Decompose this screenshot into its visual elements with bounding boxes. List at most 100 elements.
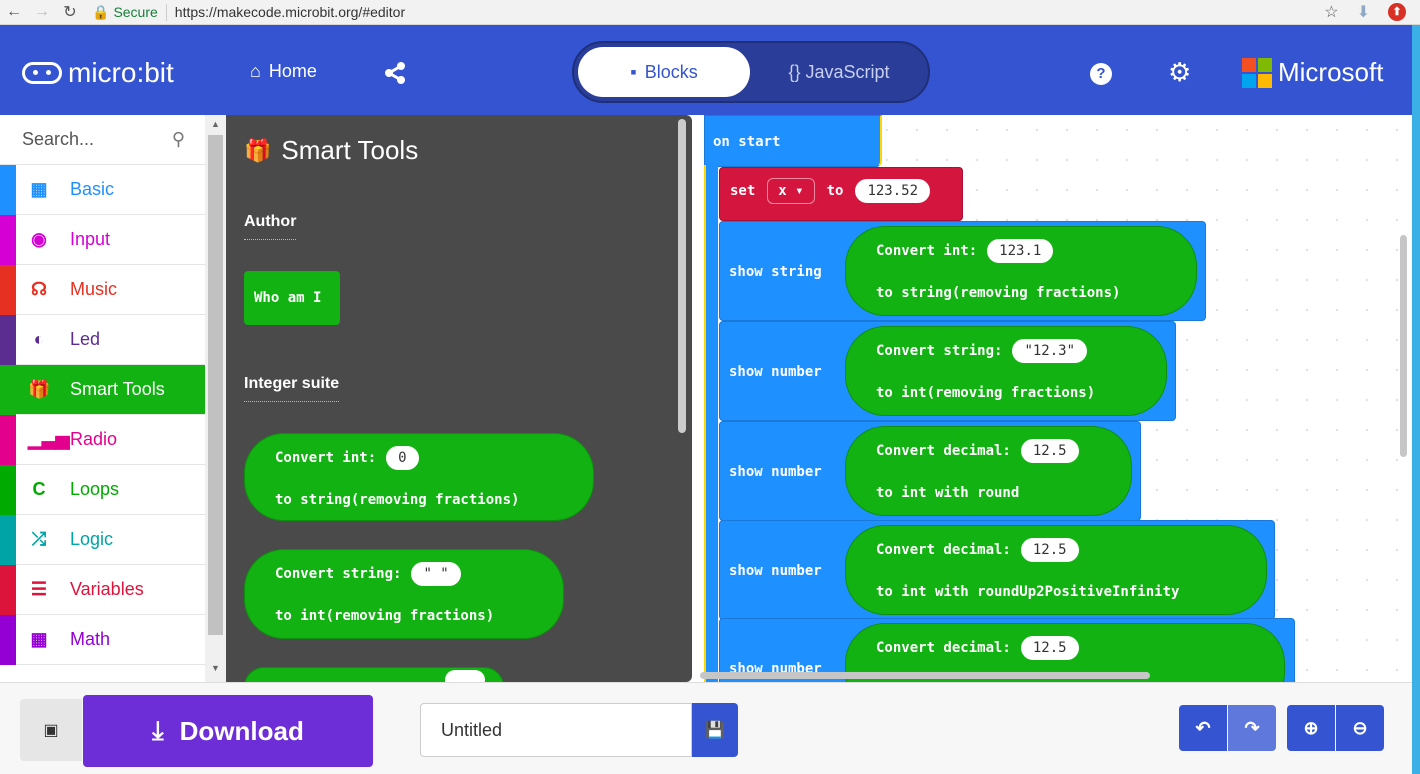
download-arrow-icon[interactable]: ⬇ bbox=[1357, 2, 1370, 22]
show-number-block-2[interactable]: show number Convert decimal: 12.5 to int… bbox=[719, 421, 1141, 521]
headphones-icon: ☊ bbox=[31, 279, 47, 299]
set-variable-block[interactable]: set x ▾ to 123.52 bbox=[719, 167, 963, 221]
toolbox-category-input[interactable]: ◉ Input bbox=[0, 215, 205, 265]
partial-block[interactable] bbox=[244, 667, 504, 682]
secure-indicator[interactable]: 🔒 Secure bbox=[92, 3, 167, 21]
zoom-in-button[interactable]: ⊕ bbox=[1287, 705, 1335, 751]
convert-int-block[interactable]: Convert int: 0 to string(removing fracti… bbox=[244, 433, 594, 521]
reload-icon[interactable]: ↻ bbox=[56, 2, 84, 22]
b3-value-input[interactable]: 12.5 bbox=[1020, 439, 1079, 463]
save-button[interactable]: 💾 bbox=[692, 703, 738, 757]
toolbox-category-variables[interactable]: ☰ Variables bbox=[0, 565, 205, 615]
editor-mode-toggle: ▪ Blocks {} JavaScript bbox=[572, 41, 930, 103]
convert-int-reporter[interactable]: Convert int: 123.1 to string(removing fr… bbox=[845, 226, 1197, 316]
tab-blocks[interactable]: ▪ Blocks bbox=[578, 47, 750, 97]
category-label: Smart Tools bbox=[70, 379, 165, 399]
convert-decimal-round-reporter[interactable]: Convert decimal: 12.5 to int with round bbox=[845, 426, 1132, 516]
b4-convert-label: Convert decimal: bbox=[876, 542, 1011, 558]
redo-button[interactable]: ↷ bbox=[1228, 705, 1276, 751]
set-value-input[interactable]: 123.52 bbox=[855, 179, 931, 203]
who-am-i-block[interactable]: Who am I bbox=[244, 271, 340, 325]
variable-dropdown[interactable]: x ▾ bbox=[767, 178, 815, 204]
gear-icon[interactable]: ⚙ bbox=[1168, 57, 1191, 88]
toolbox-category-math[interactable]: ▦ Math bbox=[0, 615, 205, 665]
scroll-up-icon[interactable]: ▲ bbox=[211, 119, 220, 129]
b3-convert-label: Convert decimal: bbox=[876, 443, 1011, 459]
category-color-bar bbox=[0, 615, 16, 665]
undo-icon: ↶ bbox=[1195, 717, 1211, 738]
tab-javascript-label: {} JavaScript bbox=[788, 61, 890, 82]
zoom-in-icon: ⊕ bbox=[1303, 717, 1319, 738]
convert-decimal-roundup-reporter[interactable]: Convert decimal: 12.5 to int with roundU… bbox=[845, 525, 1267, 615]
help-icon[interactable]: ? bbox=[1090, 63, 1112, 85]
download-label: Download bbox=[179, 715, 304, 746]
zoom-out-button[interactable]: ⊖ bbox=[1336, 705, 1384, 751]
toolbox-category-smart-tools[interactable]: 🎁 Smart Tools bbox=[0, 365, 205, 415]
toolbox-search: ⚲ bbox=[0, 115, 205, 165]
project-name-input[interactable] bbox=[420, 703, 692, 757]
download-button[interactable]: ⤓ Download bbox=[83, 695, 373, 767]
calculator-icon: ▦ bbox=[30, 629, 48, 649]
back-icon[interactable]: ← bbox=[0, 3, 28, 21]
search-input[interactable] bbox=[22, 129, 152, 150]
b4-value-input[interactable]: 12.5 bbox=[1020, 538, 1079, 562]
blocks-workspace[interactable]: on start set x ▾ to 123.52 show string C… bbox=[692, 115, 1412, 682]
b2-value-input[interactable]: "12.3" bbox=[1012, 339, 1088, 363]
forward-icon[interactable]: → bbox=[28, 3, 56, 21]
convert-string-block[interactable]: Convert string: " " to int(removing frac… bbox=[244, 549, 564, 639]
toolbox-category-radio[interactable]: ▁▃▅ Radio bbox=[0, 415, 205, 465]
to-int-label: to int(removing fractions) bbox=[275, 608, 495, 624]
home-icon: ⌂ bbox=[250, 61, 261, 81]
category-color-bar bbox=[0, 165, 16, 215]
toolbox-category-led[interactable]: ◐ Led bbox=[0, 315, 205, 365]
show-string-block[interactable]: show string Convert int: 123.1 to string… bbox=[719, 221, 1206, 321]
show-number-block-1[interactable]: show number Convert string: "12.3" to in… bbox=[719, 321, 1176, 421]
convert-int-input[interactable]: 0 bbox=[386, 446, 419, 470]
toolbox-scrollbar[interactable]: ▲ ▼ bbox=[205, 115, 226, 682]
microsoft-logo[interactable]: Microsoft bbox=[1242, 57, 1383, 88]
share-icon[interactable] bbox=[383, 61, 407, 91]
toolbox-scroll-thumb[interactable] bbox=[208, 135, 223, 635]
search-icon[interactable]: ⚲ bbox=[172, 129, 185, 150]
adblock-icon[interactable]: ⬆ bbox=[1388, 3, 1406, 21]
workspace-horizontal-scrollbar[interactable] bbox=[700, 672, 1150, 679]
scroll-down-icon[interactable]: ▼ bbox=[211, 663, 220, 673]
tab-blocks-label: Blocks bbox=[644, 61, 698, 82]
b5-value-input[interactable]: 12.5 bbox=[1020, 636, 1079, 660]
zoom-out-icon: ⊖ bbox=[1352, 717, 1368, 738]
who-am-i-label: Who am I bbox=[254, 290, 322, 306]
browser-toolbar: ← → ↻ 🔒 Secure https://makecode.microbit… bbox=[0, 0, 1420, 25]
partial-block-input[interactable] bbox=[445, 670, 485, 682]
b2-to-label: to int(removing fractions) bbox=[876, 385, 1096, 401]
bookmark-star-icon[interactable]: ☆ bbox=[1324, 2, 1338, 22]
address-bar[interactable]: https://makecode.microbit.org/#editor bbox=[175, 4, 405, 20]
home-button[interactable]: ⌂ Home bbox=[250, 61, 317, 82]
workspace-vertical-scrollbar[interactable] bbox=[1400, 235, 1407, 457]
flyout-scrollbar[interactable] bbox=[678, 119, 686, 433]
category-label: Math bbox=[70, 629, 111, 649]
convert-string-input[interactable]: " " bbox=[411, 562, 461, 586]
download-icon: ⤓ bbox=[152, 715, 164, 745]
simulator-toggle-button[interactable]: ▣ bbox=[20, 699, 82, 761]
toolbox-category-logic[interactable]: ⤮ Logic bbox=[0, 515, 205, 565]
on-start-block[interactable]: on start bbox=[704, 115, 882, 167]
toolbox-category-music[interactable]: ☊ Music bbox=[0, 265, 205, 315]
integer-suite-label: Integer suite bbox=[244, 375, 339, 402]
author-label: Author bbox=[244, 213, 296, 240]
tab-javascript[interactable]: {} JavaScript bbox=[774, 47, 904, 97]
toolbox: ⚲ ▦ Basic ◉ Input ☊ Music ◐ Led 🎁 Smart Tools ▁▃▅R… bbox=[0, 115, 226, 682]
b1-to-label: to string(removing fractions) bbox=[876, 285, 1121, 301]
microbit-logo[interactable]: micro:bit bbox=[22, 57, 174, 89]
category-color-bar bbox=[0, 565, 16, 615]
home-label: Home bbox=[268, 61, 317, 81]
convert-string-reporter[interactable]: Convert string: "12.3" to int(removing f… bbox=[845, 326, 1167, 416]
undo-button[interactable]: ↶ bbox=[1179, 705, 1227, 751]
show-number-block-3[interactable]: show number Convert decimal: 12.5 to int… bbox=[719, 520, 1275, 620]
b1-value-input[interactable]: 123.1 bbox=[987, 239, 1054, 263]
microsoft-squares-icon bbox=[1242, 57, 1272, 88]
blocks-flyout: 🎁 Smart Tools Author Who am I Integer su… bbox=[226, 115, 692, 682]
toolbox-category-loops[interactable]: C Loops bbox=[0, 465, 205, 515]
toolbox-category-basic[interactable]: ▦ Basic bbox=[0, 165, 205, 215]
category-label: Variables bbox=[70, 579, 144, 599]
redo-icon: ↷ bbox=[1244, 717, 1260, 738]
